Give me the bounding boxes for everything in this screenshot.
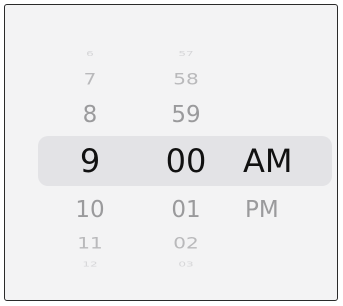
- time-picker-frame: 6 7 8 9 10 11 12 57 58 59 00 01 02 03 AM…: [4, 4, 338, 301]
- hour-option[interactable]: 12: [61, 261, 119, 268]
- minute-option[interactable]: 58: [151, 71, 221, 87]
- minute-selected[interactable]: 00: [151, 145, 221, 177]
- hour-selected[interactable]: 9: [61, 145, 119, 177]
- time-picker[interactable]: 6 7 8 9 10 11 12 57 58 59 00 01 02 03 AM…: [5, 5, 337, 300]
- minute-option[interactable]: 57: [151, 50, 221, 57]
- hour-option[interactable]: 10: [61, 199, 119, 222]
- minute-option[interactable]: 03: [151, 261, 221, 268]
- minute-wheel[interactable]: 57 58 59 00 01 02 03: [151, 5, 221, 300]
- hour-option[interactable]: 7: [61, 71, 119, 87]
- minute-option[interactable]: 59: [151, 104, 221, 127]
- minute-option[interactable]: 02: [151, 235, 221, 251]
- period-option[interactable]: PM: [245, 199, 315, 222]
- hour-option[interactable]: 8: [61, 104, 119, 127]
- period-selected[interactable]: AM: [243, 145, 315, 177]
- hour-option[interactable]: 11: [61, 235, 119, 251]
- hour-wheel[interactable]: 6 7 8 9 10 11 12: [61, 5, 119, 300]
- period-wheel[interactable]: AM PM: [235, 5, 315, 300]
- minute-option[interactable]: 01: [151, 199, 221, 222]
- hour-option[interactable]: 6: [61, 50, 119, 57]
